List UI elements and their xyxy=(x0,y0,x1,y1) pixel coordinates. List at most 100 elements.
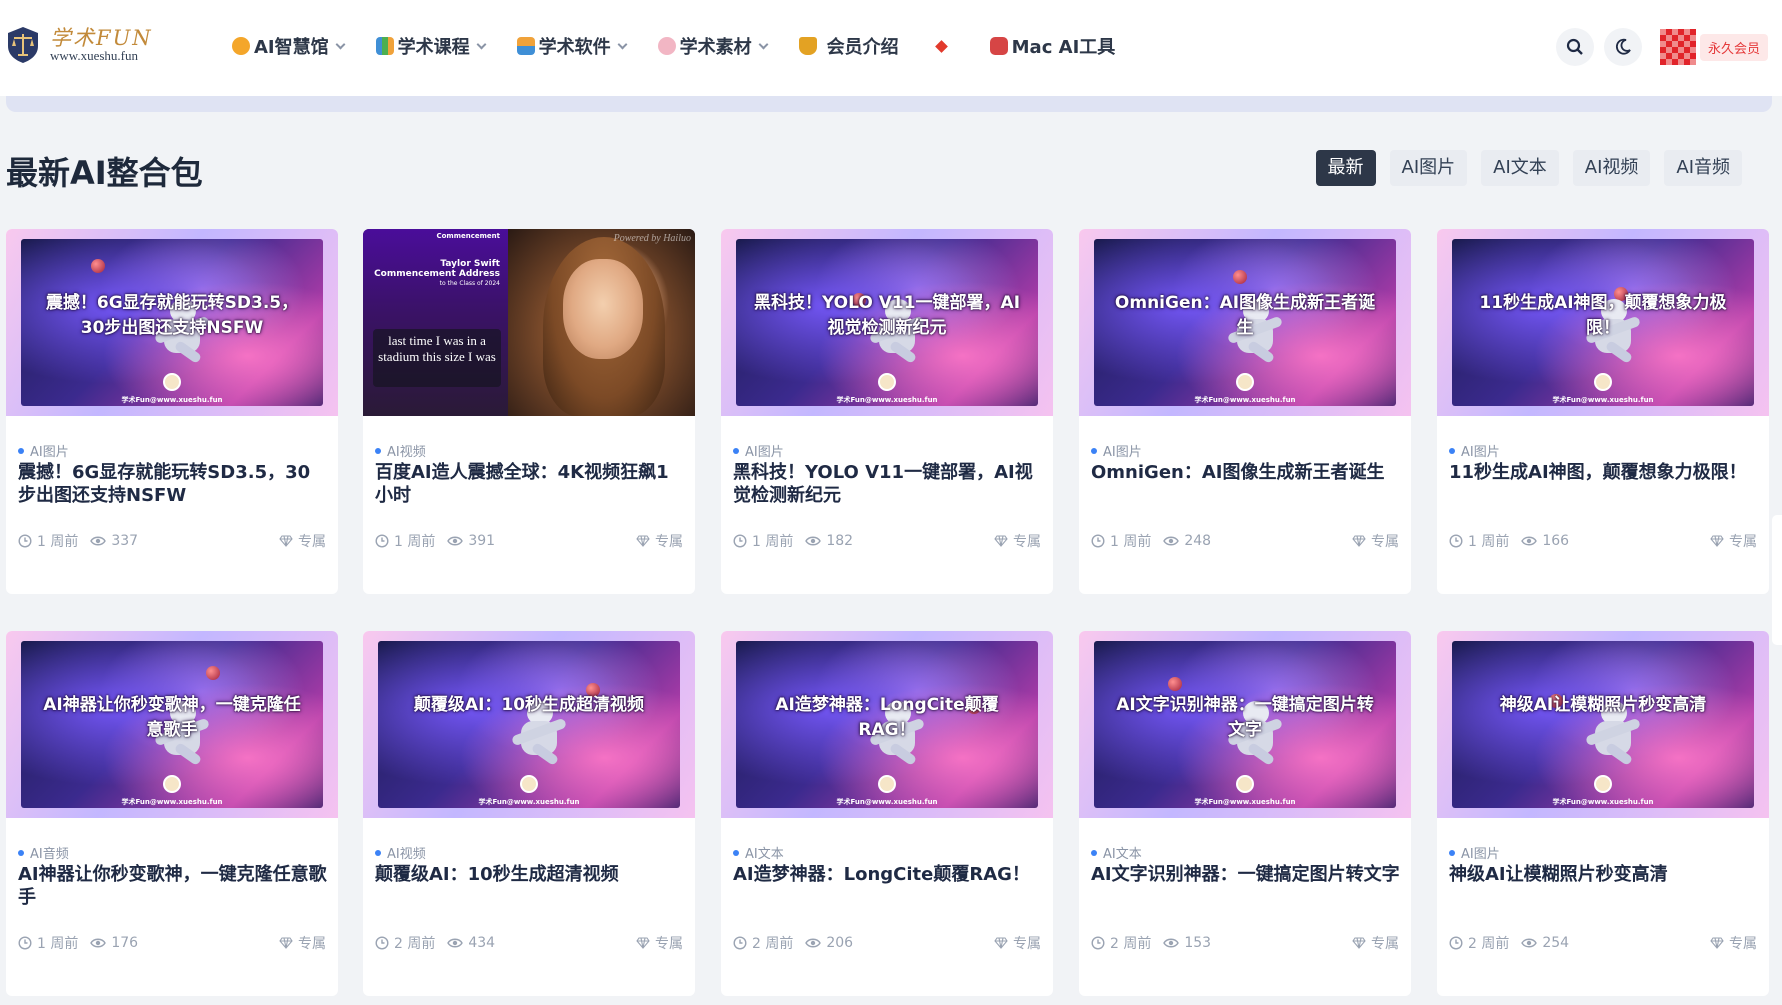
card-category[interactable]: AI图片 xyxy=(733,441,784,460)
palette-icon xyxy=(657,37,676,55)
card-category[interactable]: AI视频 xyxy=(375,441,426,460)
category-dot-icon xyxy=(375,849,381,856)
card-thumbnail[interactable]: 震撼！6G显存就能玩转SD3.5，30步出图还支持NSFW 学术Fun@www.… xyxy=(6,229,338,416)
post-card[interactable]: 震撼！6G显存就能玩转SD3.5，30步出图还支持NSFW 学术Fun@www.… xyxy=(6,229,338,594)
category-dot-icon xyxy=(1091,447,1097,454)
views-label: 337 xyxy=(111,533,139,549)
nav-item-courses[interactable]: 学术课程 xyxy=(375,33,487,59)
site-logo[interactable]: 学术FUN www.xueshu.fun xyxy=(6,26,153,64)
card-title[interactable]: AI造梦神器：LongCite颠覆RAG！ xyxy=(733,863,1043,886)
card-title[interactable]: 神级AI让模糊照片秒变高清 xyxy=(1449,863,1759,886)
scrollbar[interactable] xyxy=(1772,515,1782,645)
nav-item-materials[interactable]: 学术素材 xyxy=(657,33,769,59)
thumb-watermark: 学术Fun@www.xueshu.fun xyxy=(121,798,223,806)
nav-item-mac-ai-tools[interactable]: Mac AI工具 xyxy=(989,33,1115,59)
diamond-icon xyxy=(1710,535,1724,547)
card-thumbnail[interactable]: OmniGen：AI图像生成新王者诞生 学术Fun@www.xueshu.fun xyxy=(1079,229,1411,416)
tag-label: 专属 xyxy=(1371,534,1399,550)
clock-icon xyxy=(375,936,389,950)
tag-label: 专属 xyxy=(1371,936,1399,952)
exclusive-tag: 专属 xyxy=(1710,933,1757,953)
post-card[interactable]: Commencement Taylor Swift Commencement A… xyxy=(363,229,695,594)
views-label: 166 xyxy=(1542,533,1570,549)
filter-latest[interactable]: 最新 xyxy=(1315,150,1376,186)
planet-icon xyxy=(206,666,220,680)
card-title[interactable]: OmniGen：AI图像生成新王者诞生 xyxy=(1091,461,1401,484)
post-card[interactable]: 神级AI让模糊照片秒变高清 学术Fun@www.xueshu.fun AI图片 … xyxy=(1437,631,1769,996)
nav-item-ai-hall[interactable]: AI智慧馆 xyxy=(232,33,346,59)
card-title[interactable]: 百度AI造人震撼全球：4K视频狂飙1小时 xyxy=(375,461,685,507)
post-card[interactable]: 11秒生成AI神图，颠覆想象力极限！ 学术Fun@www.xueshu.fun … xyxy=(1437,229,1769,594)
card-thumbnail[interactable]: 神级AI让模糊照片秒变高清 学术Fun@www.xueshu.fun xyxy=(1437,631,1769,818)
card-category[interactable]: AI图片 xyxy=(18,441,69,460)
logo-url: www.xueshu.fun xyxy=(50,48,138,63)
card-category[interactable]: AI图片 xyxy=(1449,843,1500,862)
filter-ai-text[interactable]: AI文本 xyxy=(1481,150,1559,186)
user-avatar[interactable] xyxy=(1659,29,1696,65)
post-card[interactable]: AI造梦神器：LongCite颠覆RAG！ 学术Fun@www.xueshu.f… xyxy=(721,631,1053,996)
card-thumbnail[interactable]: 颠覆级AI：10秒生成超清视频 学术Fun@www.xueshu.fun xyxy=(363,631,695,818)
category-label: AI音频 xyxy=(30,847,69,862)
author-avatar xyxy=(1236,775,1254,793)
thumb-watermark: 学术Fun@www.xueshu.fun xyxy=(836,396,938,404)
card-category[interactable]: AI视频 xyxy=(375,843,426,862)
search-button[interactable] xyxy=(1555,28,1594,66)
post-time: 1 周前 xyxy=(1449,531,1509,551)
card-thumbnail[interactable]: Commencement Taylor Swift Commencement A… xyxy=(363,229,695,416)
red-diamond-icon[interactable] xyxy=(934,39,948,53)
card-title[interactable]: 黑科技！YOLO V11一键部署，AI视觉检测新纪元 xyxy=(733,461,1043,507)
card-title[interactable]: 11秒生成AI神图，颠覆想象力极限！ xyxy=(1449,461,1759,484)
post-time: 1 周前 xyxy=(733,531,793,551)
thumb-left-panel xyxy=(363,229,508,416)
thumb-header-name: Taylor Swift xyxy=(440,259,500,269)
exclusive-tag: 专属 xyxy=(994,933,1041,953)
post-card[interactable]: AI神器让你秒变歌神，一键克隆任意歌手 学术Fun@www.xueshu.fun… xyxy=(6,631,338,996)
card-thumbnail[interactable]: 黑科技！YOLO V11一键部署，AI视觉检测新纪元 学术Fun@www.xue… xyxy=(721,229,1053,416)
theme-toggle-button[interactable] xyxy=(1603,28,1642,66)
clock-icon xyxy=(18,534,32,548)
portrait-face xyxy=(563,259,643,359)
card-thumbnail[interactable]: AI神器让你秒变歌神，一键克隆任意歌手 学术Fun@www.xueshu.fun xyxy=(6,631,338,818)
post-card[interactable]: OmniGen：AI图像生成新王者诞生 学术Fun@www.xueshu.fun… xyxy=(1079,229,1411,594)
post-card[interactable]: 黑科技！YOLO V11一键部署，AI视觉检测新纪元 学术Fun@www.xue… xyxy=(721,229,1053,594)
nav-item-membership[interactable]: 会员介绍 xyxy=(798,33,899,59)
card-category[interactable]: AI图片 xyxy=(1091,441,1142,460)
post-card[interactable]: AI文字识别神器：一键搞定图片转文字 学术Fun@www.xueshu.fun … xyxy=(1079,631,1411,996)
tag-label: 专属 xyxy=(1729,936,1757,952)
nav-item-software[interactable]: 学术软件 xyxy=(516,33,628,59)
card-title[interactable]: 颠覆级AI：10秒生成超清视频 xyxy=(375,863,685,886)
card-category[interactable]: AI文本 xyxy=(1091,843,1142,862)
card-meta: 1 周前 391 专属 xyxy=(375,531,683,551)
card-thumbnail[interactable]: AI文字识别神器：一键搞定图片转文字 学术Fun@www.xueshu.fun xyxy=(1079,631,1411,818)
trophy-icon xyxy=(798,37,817,55)
post-time: 1 周前 xyxy=(18,933,78,953)
card-title[interactable]: AI神器让你秒变歌神，一键克隆任意歌手 xyxy=(18,863,328,909)
card-category[interactable]: AI图片 xyxy=(1449,441,1500,460)
clock-icon xyxy=(18,936,32,950)
card-category[interactable]: AI音频 xyxy=(18,843,69,862)
card-title[interactable]: 震撼！6G显存就能玩转SD3.5，30步出图还支持NSFW xyxy=(18,461,328,507)
planet-icon xyxy=(1233,270,1247,284)
card-meta: 2 周前 434 专属 xyxy=(375,933,683,953)
views-label: 206 xyxy=(826,935,854,951)
view-count: 337 xyxy=(90,533,138,549)
filter-ai-video[interactable]: AI视频 xyxy=(1572,150,1651,186)
vip-badge[interactable]: 永久会员 xyxy=(1699,33,1768,61)
card-meta: 2 周前 153 专属 xyxy=(1091,933,1399,953)
view-count: 153 xyxy=(1163,935,1211,951)
views-label: 254 xyxy=(1542,935,1570,951)
author-avatar xyxy=(878,373,896,391)
section-title: 最新AI整合包 xyxy=(6,154,203,192)
card-thumbnail[interactable]: 11秒生成AI神图，颠覆想象力极限！ 学术Fun@www.xueshu.fun xyxy=(1437,229,1769,416)
time-label: 1 周前 xyxy=(752,534,794,550)
card-category[interactable]: AI文本 xyxy=(733,843,784,862)
filter-ai-audio[interactable]: AI音频 xyxy=(1664,150,1742,186)
diamond-icon xyxy=(636,535,650,547)
filter-ai-image[interactable]: AI图片 xyxy=(1389,150,1468,186)
clock-icon xyxy=(733,936,747,950)
post-card[interactable]: 颠覆级AI：10秒生成超清视频 学术Fun@www.xueshu.fun AI视… xyxy=(363,631,695,996)
scales-logo-icon xyxy=(6,26,40,64)
card-title[interactable]: AI文字识别神器：一键搞定图片转文字 xyxy=(1091,863,1401,886)
category-dot-icon xyxy=(733,447,739,454)
card-thumbnail[interactable]: AI造梦神器：LongCite颠覆RAG！ 学术Fun@www.xueshu.f… xyxy=(721,631,1053,818)
